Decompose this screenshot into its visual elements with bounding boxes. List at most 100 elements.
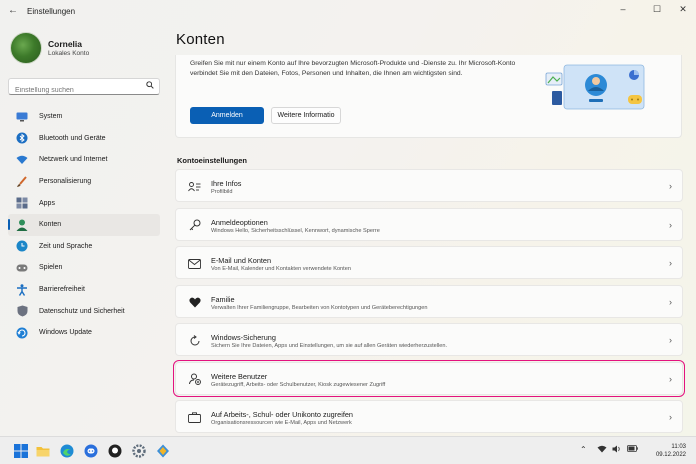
sidebar-item-label: Windows Update	[39, 329, 92, 337]
chevron-right-icon: ›	[669, 296, 672, 307]
banner-text: Greifen Sie mit nur einem Konto auf Ihre…	[190, 60, 516, 77]
card-email-accounts[interactable]: E-Mail und Konten Von E-Mail, Kalender u…	[175, 246, 683, 279]
volume-icon[interactable]	[612, 445, 622, 455]
card-your-info[interactable]: Ihre Infos Profilbild ›	[175, 169, 683, 202]
chevron-right-icon: ›	[669, 181, 672, 191]
app-icon[interactable]	[156, 444, 170, 458]
account-type: Lokales Konto	[48, 50, 90, 57]
active-indicator	[8, 218, 10, 230]
settings-window: ← Einstellungen – ☐ ✕ Cornelia Lokales K…	[0, 0, 696, 436]
chevron-right-icon: ›	[669, 219, 672, 230]
card-subtitle: Sichern Sie Ihre Dateien, Apps und Einst…	[211, 343, 448, 349]
sidebar-item-label: Apps	[39, 199, 55, 207]
chevron-up-icon[interactable]: ⌃	[580, 445, 587, 454]
clock-time: 11:03	[671, 444, 686, 450]
briefcase-icon	[188, 411, 201, 424]
avatar[interactable]	[10, 32, 42, 64]
edge-icon[interactable]	[60, 444, 74, 458]
wifi-icon	[16, 154, 28, 166]
card-family[interactable]: Familie Verwalten Ihrer Familiengruppe, …	[175, 284, 683, 318]
card-subtitle: Von E-Mail, Kalender und Kontakten verwe…	[211, 266, 351, 272]
user-profile[interactable]: Cornelia Lokales Konto	[10, 32, 89, 64]
microsoft-account-banner: Greifen Sie mit nur einem Konto auf Ihre…	[175, 55, 682, 138]
card-subtitle: Gerätezugriff, Arbeits- oder Schulbenutz…	[211, 381, 386, 388]
back-arrow-icon[interactable]: ←	[8, 5, 18, 16]
chevron-right-icon: ›	[669, 412, 672, 422]
heart-icon	[188, 296, 201, 309]
page-title: Konten	[176, 31, 225, 48]
sign-in-button[interactable]: Anmelden	[190, 107, 264, 124]
chevron-right-icon: ›	[669, 373, 672, 384]
user-name: Cornelia	[48, 39, 83, 49]
gamepad-icon	[16, 262, 28, 274]
card-title: Auf Arbeits-, Schul- oder Unikonto zugre…	[211, 410, 353, 419]
card-sign-in-options[interactable]: Anmeldeoptionen Windows Hello, Sicherhei…	[175, 207, 683, 241]
card-title: E-Mail und Konten	[211, 256, 272, 265]
system-clock[interactable]: 11:03 09.12.2022	[656, 443, 686, 459]
card-title: Familie	[211, 294, 235, 304]
sidebar-item-label: Bluetooth und Geräte	[39, 134, 106, 142]
bluetooth-icon	[16, 132, 28, 144]
update-icon	[16, 327, 28, 339]
sidebar-item-label: System	[39, 113, 63, 121]
sidebar-item-bluetooth[interactable]: Bluetooth und Geräte	[8, 128, 160, 150]
key-icon	[188, 219, 201, 232]
sidebar-item-label: Datenschutz und Sicherheit	[39, 307, 125, 315]
windows-start-icon[interactable]	[14, 444, 28, 458]
settings-icon[interactable]	[132, 444, 146, 458]
card-subtitle: Organisationsressourcen wie E-Mail, Apps…	[211, 420, 352, 426]
card-subtitle: Verwalten Ihrer Familiengruppe, Bearbeit…	[211, 304, 428, 311]
sidebar-nav: System Bluetooth und Geräte Netzwerk und…	[8, 106, 160, 344]
card-title: Weitere Benutzer	[211, 371, 268, 381]
github-icon[interactable]	[108, 444, 122, 458]
sidebar-item-privacy-security[interactable]: Datenschutz und Sicherheit	[8, 300, 160, 322]
sidebar-item-label: Barrierefreiheit	[39, 286, 85, 294]
sidebar-item-network[interactable]: Netzwerk und Internet	[8, 149, 160, 171]
discord-icon[interactable]	[84, 444, 98, 458]
account-settings-list: Ihre Infos Profilbild › Anmeldeoptionen …	[173, 169, 685, 439]
card-title: Ihre Infos	[211, 179, 242, 188]
search-icon[interactable]	[146, 81, 154, 91]
sidebar-item-label: Netzwerk und Internet	[39, 156, 108, 164]
learn-more-button[interactable]: Weitere Informatio	[271, 107, 341, 124]
clock-date: 09.12.2022	[655, 452, 686, 458]
id-card-icon	[188, 180, 201, 193]
account-illustration	[545, 64, 645, 110]
sidebar-item-label: Spielen	[39, 264, 63, 272]
main-content: Konten Greifen Sie mit nur einem Konto a…	[173, 0, 690, 439]
wifi-tray-icon[interactable]	[597, 445, 607, 455]
sidebar-item-label: Konten	[39, 221, 62, 229]
monitor-icon	[16, 111, 28, 123]
card-windows-backup[interactable]: Windows-Sicherung Sichern Sie Ihre Datei…	[175, 323, 683, 356]
card-other-users[interactable]: Weitere Benutzer Gerätezugriff, Arbeits-…	[173, 359, 685, 397]
battery-icon[interactable]	[627, 445, 638, 454]
person-icon	[16, 219, 28, 231]
backup-icon	[188, 334, 201, 347]
sidebar-item-personalization[interactable]: Personalisierung	[8, 171, 160, 193]
sidebar-item-gaming[interactable]: Spielen	[8, 257, 160, 279]
sidebar-item-windows-update[interactable]: Windows Update	[8, 322, 160, 344]
card-work-school-access[interactable]: Auf Arbeits-, Schul- oder Unikonto zugre…	[175, 400, 683, 433]
sidebar-item-accounts[interactable]: Konten	[8, 213, 160, 236]
sidebar-item-time-language[interactable]: Zeit und Sprache	[8, 236, 160, 258]
globe-clock-icon	[16, 240, 28, 252]
sidebar-item-system[interactable]: System	[8, 106, 160, 128]
chevron-right-icon: ›	[669, 335, 672, 345]
taskbar: ⌃ 11:03 09.12.2022	[0, 436, 696, 464]
sidebar-item-label: Personalisierung	[39, 178, 92, 186]
apps-icon	[16, 197, 28, 209]
shield-icon	[16, 305, 28, 317]
file-explorer-icon[interactable]	[36, 444, 50, 458]
search-input[interactable]	[9, 83, 139, 98]
card-subtitle: Windows Hello, Sicherheitsschlüssel, Ken…	[211, 227, 380, 234]
search-box[interactable]	[8, 78, 160, 98]
sidebar-item-accessibility[interactable]: Barrierefreiheit	[8, 279, 160, 301]
sidebar-item-apps[interactable]: Apps	[8, 192, 160, 214]
card-title: Windows-Sicherung	[211, 333, 276, 342]
mail-icon	[188, 257, 201, 270]
brush-icon	[16, 175, 28, 188]
section-title: Kontoeinstellungen	[177, 156, 247, 165]
card-title: Anmeldeoptionen	[211, 217, 268, 227]
chevron-right-icon: ›	[669, 258, 672, 268]
sidebar-item-label: Zeit und Sprache	[39, 242, 93, 250]
